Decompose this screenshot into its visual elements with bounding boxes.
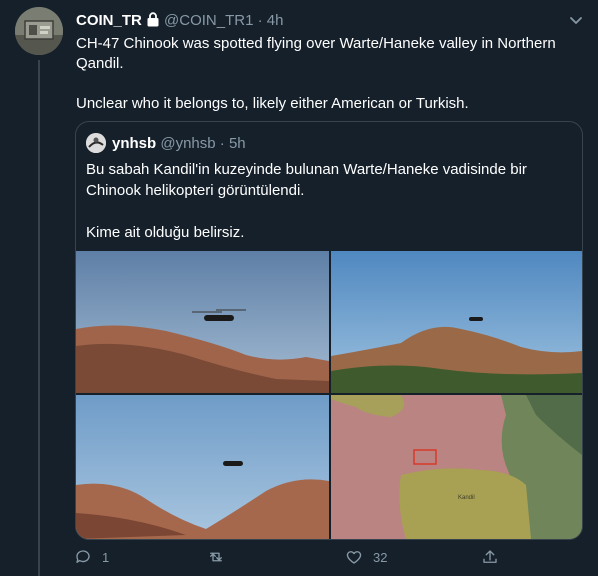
author-handle[interactable]: @COIN_TR1 (164, 12, 253, 29)
photo-4-map[interactable]: Kandil (331, 395, 582, 539)
tweet-text-line: CH-47 Chinook was spotted flying over Wa… (76, 35, 556, 72)
reply-button[interactable]: 1 (74, 548, 109, 566)
lock-icon (146, 12, 160, 33)
map-label: Kandil (458, 495, 475, 501)
quote-avatar (86, 133, 106, 153)
quote-text: Bu sabah Kandil'in kuzeyinde bulunan War… (86, 159, 566, 243)
like-count: 32 (373, 549, 388, 565)
quote-text-line: Bu sabah Kandil'in kuzeyinde bulunan War… (86, 161, 527, 199)
share-button[interactable] (481, 548, 509, 566)
action-bar: 1 32 (60, 539, 580, 573)
reply-icon (76, 550, 90, 563)
heart-icon (346, 551, 362, 564)
tweet-time[interactable]: 4h (267, 12, 284, 29)
author-name[interactable]: COIN_TR (76, 12, 142, 29)
helicopter-icon (223, 461, 243, 466)
quote-header: ynhsb @ynhsb · 5h (86, 133, 246, 154)
tweet-text-line: Unclear who it belongs to, likely either… (76, 95, 469, 112)
reply-count: 1 (102, 549, 110, 565)
tweet-text: CH-47 Chinook was spotted flying over Wa… (76, 34, 576, 114)
chevron-down-icon[interactable] (566, 10, 586, 30)
like-button[interactable]: 32 (345, 548, 387, 566)
quote-author-name[interactable]: ynhsb (112, 135, 156, 152)
quote-text-line: Kime ait olduğu belirsiz. (86, 224, 245, 241)
photo-2[interactable] (331, 251, 582, 393)
tweet-header: COIN_TR @COIN_TR1 · 4h (76, 11, 283, 33)
retweet-icon (210, 552, 222, 562)
share-icon (483, 550, 497, 563)
helicopter-icon (469, 317, 483, 321)
quote-author-handle[interactable]: @ynhsb (160, 135, 215, 152)
quoted-tweet[interactable]: ynhsb @ynhsb · 5h Bu sabah Kandil'in kuz… (75, 121, 583, 540)
quote-separator: · (219, 135, 225, 152)
header-separator: · (257, 12, 263, 29)
thread-line (38, 60, 40, 576)
author-avatar[interactable] (15, 7, 63, 55)
photo-1[interactable] (76, 251, 329, 393)
quote-time[interactable]: 5h (229, 135, 246, 152)
retweet-button[interactable] (206, 548, 236, 566)
photo-3[interactable] (76, 395, 329, 539)
